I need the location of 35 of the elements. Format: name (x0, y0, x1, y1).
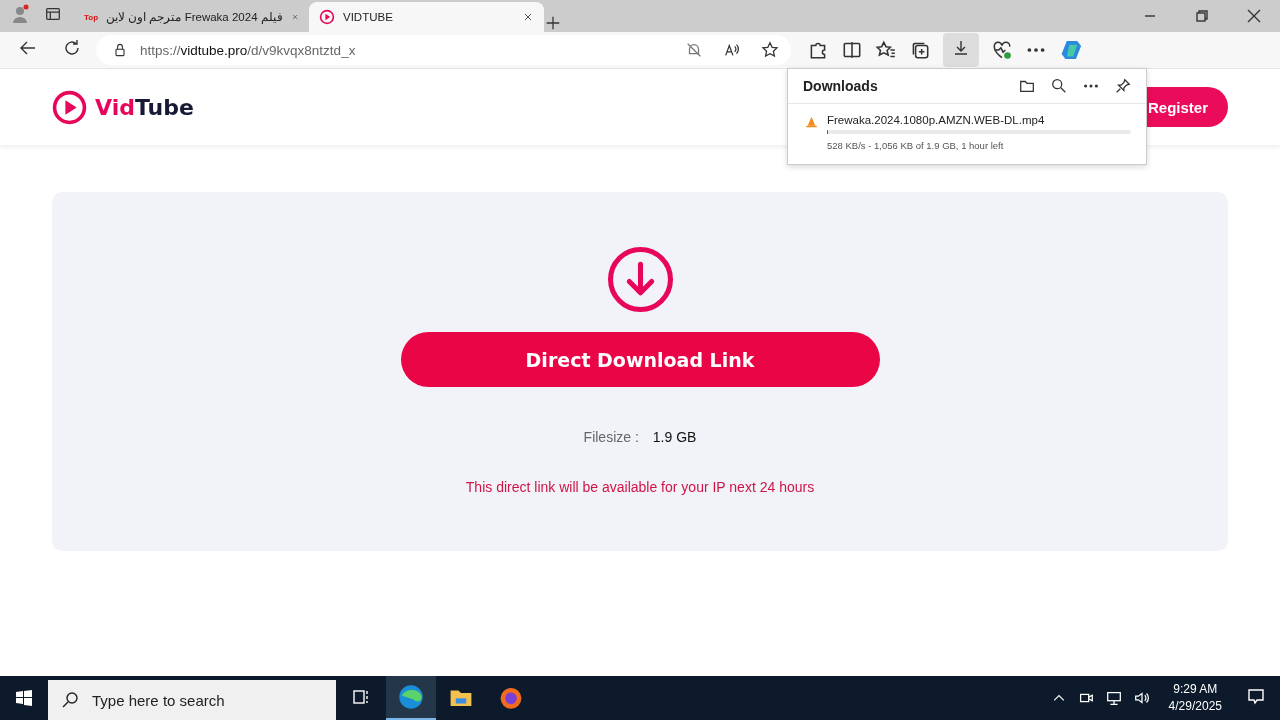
play-icon[interactable] (319, 9, 335, 25)
filesize-value: 1.9 GB (652, 429, 697, 445)
windows-icon[interactable] (14, 688, 34, 708)
download-circle-icon (607, 247, 673, 312)
read-aloud-icon[interactable] (723, 41, 741, 59)
lock-icon[interactable] (112, 42, 128, 58)
network-icon[interactable] (1104, 689, 1123, 707)
taskbar-search[interactable]: Type here to search (48, 680, 336, 720)
close-icon[interactable] (522, 11, 534, 23)
profile-icon[interactable] (10, 4, 30, 24)
play-circle-icon (52, 89, 87, 125)
clock[interactable]: 9:29 AM 4/29/2025 (1168, 681, 1222, 715)
search-icon (60, 690, 80, 710)
tab-actions-icon[interactable] (44, 5, 62, 23)
health-icon[interactable] (991, 39, 1013, 61)
download-status: 528 KB/s - 1,056 KB of 1.9 GB, 1 hour left (827, 140, 1005, 151)
taskbar-app[interactable] (386, 676, 436, 720)
site-favicon: Top (84, 12, 99, 22)
new-tab-icon[interactable] (544, 14, 562, 32)
panel-title: Downloads (803, 78, 878, 94)
refresh-icon[interactable] (62, 38, 82, 58)
site-logo[interactable]: VidTube (95, 94, 194, 120)
direct-download-button[interactable]: Direct Download Link (400, 332, 880, 387)
filesize-label: Filesize : (583, 429, 639, 445)
traffic-cone-icon (804, 114, 819, 130)
split-screen-icon[interactable] (841, 39, 863, 61)
pin-icon[interactable] (1114, 77, 1132, 95)
address-bar[interactable]: https://vidtube.pro/d/v9kvqx8ntztd_x (96, 35, 791, 65)
speaker-icon[interactable] (1132, 689, 1151, 707)
star-icon[interactable] (761, 41, 779, 59)
notification-icon[interactable] (1246, 686, 1266, 706)
task-view-icon[interactable] (351, 687, 371, 707)
browser-tab[interactable]: VIDTUBE (309, 2, 544, 32)
search-icon[interactable] (1050, 77, 1068, 95)
availability-notice: This direct link will be available for your IP next 24 hours (465, 479, 815, 495)
